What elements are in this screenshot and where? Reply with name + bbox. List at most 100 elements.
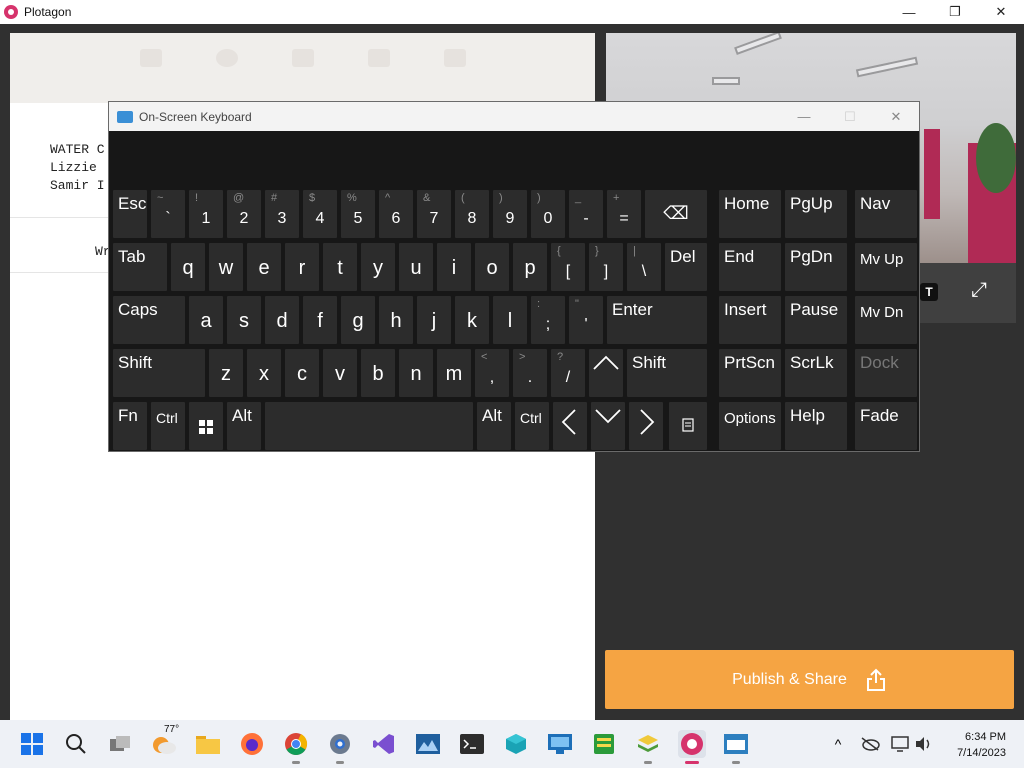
key-letter[interactable]: h bbox=[379, 296, 413, 344]
key-caps[interactable]: Caps bbox=[113, 296, 185, 344]
chrome-button[interactable] bbox=[282, 730, 310, 764]
key-tab[interactable]: Tab bbox=[113, 243, 167, 291]
search-button[interactable] bbox=[62, 730, 90, 758]
key-punct[interactable]: ? / bbox=[551, 349, 585, 397]
key-bracket[interactable]: }] bbox=[589, 243, 623, 291]
music-tool-icon[interactable] bbox=[444, 49, 466, 67]
key-letter[interactable]: z bbox=[209, 349, 243, 397]
key-letter[interactable]: r bbox=[285, 243, 319, 291]
key-arrow-left[interactable] bbox=[553, 402, 587, 450]
key-letter[interactable]: c bbox=[285, 349, 319, 397]
key-letter[interactable]: x bbox=[247, 349, 281, 397]
weather-widget[interactable]: 77° bbox=[150, 724, 179, 758]
key-esc[interactable]: Esc bbox=[113, 190, 147, 238]
key-arrow-down[interactable] bbox=[591, 402, 625, 450]
key-letter[interactable]: d bbox=[265, 296, 299, 344]
osk-minimize-button[interactable]: — bbox=[781, 102, 827, 131]
key-digit[interactable]: + = bbox=[607, 190, 641, 238]
sound-effect-tool-icon[interactable] bbox=[368, 49, 390, 67]
dialogue-tool-icon[interactable] bbox=[216, 49, 238, 67]
file-explorer-button[interactable] bbox=[194, 730, 222, 758]
onedrive-button[interactable] bbox=[856, 730, 884, 758]
key-letter[interactable]: s bbox=[227, 296, 261, 344]
key-letter[interactable]: l bbox=[493, 296, 527, 344]
key-digit[interactable]: #3 bbox=[265, 190, 299, 238]
key-punct[interactable]: >. bbox=[513, 349, 547, 397]
task-view-button[interactable] bbox=[106, 730, 134, 758]
key-digit[interactable]: _ - bbox=[569, 190, 603, 238]
key-digit[interactable]: ^ 6 bbox=[379, 190, 413, 238]
key-ctrl-right[interactable]: Ctrl bbox=[515, 402, 549, 450]
key-digit[interactable]: ) 0 bbox=[531, 190, 565, 238]
osk-close-button[interactable]: ✕ bbox=[873, 102, 919, 131]
key-letter[interactable]: j bbox=[417, 296, 451, 344]
key-letter[interactable]: y bbox=[361, 243, 395, 291]
key-backspace[interactable]: ⌫ bbox=[645, 190, 707, 238]
key-mvup[interactable]: Mv Up bbox=[855, 243, 917, 291]
key-nav[interactable]: Nav bbox=[855, 190, 917, 238]
key-digit[interactable]: @2 bbox=[227, 190, 261, 238]
firefox-button[interactable] bbox=[238, 730, 266, 758]
key-fn[interactable]: Fn bbox=[113, 402, 147, 450]
key-digit[interactable]: $4 bbox=[303, 190, 337, 238]
key-punct[interactable]: :; bbox=[531, 296, 565, 344]
key-shift-left[interactable]: Shift bbox=[113, 349, 205, 397]
maximize-button[interactable]: ❐ bbox=[932, 0, 978, 24]
key-arrow-up[interactable] bbox=[589, 349, 623, 397]
key-letter[interactable]: a bbox=[189, 296, 223, 344]
volume-button[interactable] bbox=[910, 730, 938, 758]
key-enter[interactable]: Enter bbox=[607, 296, 707, 344]
visual-studio-button[interactable] bbox=[370, 730, 398, 758]
osk-taskbar-button[interactable] bbox=[722, 730, 750, 764]
key-space[interactable] bbox=[265, 402, 473, 450]
key-letter[interactable]: b bbox=[361, 349, 395, 397]
minimize-button[interactable]: — bbox=[886, 0, 932, 24]
osk-titlebar[interactable]: On-Screen Keyboard — ☐ ✕ bbox=[109, 102, 919, 131]
settings-button[interactable] bbox=[326, 730, 354, 764]
key-digit[interactable]: (8 bbox=[455, 190, 489, 238]
key-mvdn[interactable]: Mv Dn bbox=[855, 296, 917, 344]
key-digit[interactable]: ~ ` bbox=[151, 190, 185, 238]
key-letter[interactable]: t bbox=[323, 243, 357, 291]
terminal-button[interactable] bbox=[458, 730, 486, 758]
key-letter[interactable]: m bbox=[437, 349, 471, 397]
key-shift-right[interactable]: Shift bbox=[627, 349, 707, 397]
key-digit[interactable]: & 7 bbox=[417, 190, 451, 238]
key-digit[interactable]: % 5 bbox=[341, 190, 375, 238]
key-del[interactable]: Del bbox=[665, 243, 707, 291]
key-letter[interactable]: p bbox=[513, 243, 547, 291]
app-button[interactable] bbox=[634, 730, 662, 764]
key-pgdn[interactable]: PgDn bbox=[785, 243, 847, 291]
key-prtscn[interactable]: PrtScn bbox=[719, 349, 781, 397]
clock[interactable]: 6:34 PM 7/14/2023 bbox=[957, 729, 1006, 761]
app-button[interactable] bbox=[502, 730, 530, 758]
key-letter[interactable]: e bbox=[247, 243, 281, 291]
key-menu[interactable] bbox=[669, 402, 707, 450]
key-windows[interactable] bbox=[189, 402, 223, 450]
key-pause[interactable]: Pause bbox=[785, 296, 847, 344]
key-digit[interactable]: ! 1 bbox=[189, 190, 223, 238]
key-punct[interactable]: " ' bbox=[569, 296, 603, 344]
fullscreen-icon[interactable]: ⤢ bbox=[966, 277, 992, 303]
key-end[interactable]: End bbox=[719, 243, 781, 291]
key-digit[interactable]: ) 9 bbox=[493, 190, 527, 238]
key-letter[interactable]: n bbox=[399, 349, 433, 397]
key-letter[interactable]: i bbox=[437, 243, 471, 291]
key-punct[interactable]: <, bbox=[475, 349, 509, 397]
app-button[interactable] bbox=[590, 730, 618, 758]
start-button[interactable] bbox=[18, 730, 46, 758]
app-button[interactable] bbox=[546, 730, 574, 758]
plotagon-taskbar-button[interactable] bbox=[678, 730, 706, 764]
photos-button[interactable] bbox=[414, 730, 442, 758]
show-hidden-icons-button[interactable]: ^ bbox=[824, 730, 852, 758]
key-letter[interactable]: f bbox=[303, 296, 337, 344]
key-pgup[interactable]: PgUp bbox=[785, 190, 847, 238]
key-insert[interactable]: Insert bbox=[719, 296, 781, 344]
key-bracket[interactable]: {[ bbox=[551, 243, 585, 291]
key-home[interactable]: Home bbox=[719, 190, 781, 238]
key-letter[interactable]: q bbox=[171, 243, 205, 291]
key-alt-left[interactable]: Alt bbox=[227, 402, 261, 450]
key-letter[interactable]: o bbox=[475, 243, 509, 291]
action-tool-icon[interactable] bbox=[292, 49, 314, 67]
publish-share-button[interactable]: Publish & Share bbox=[605, 650, 1014, 709]
